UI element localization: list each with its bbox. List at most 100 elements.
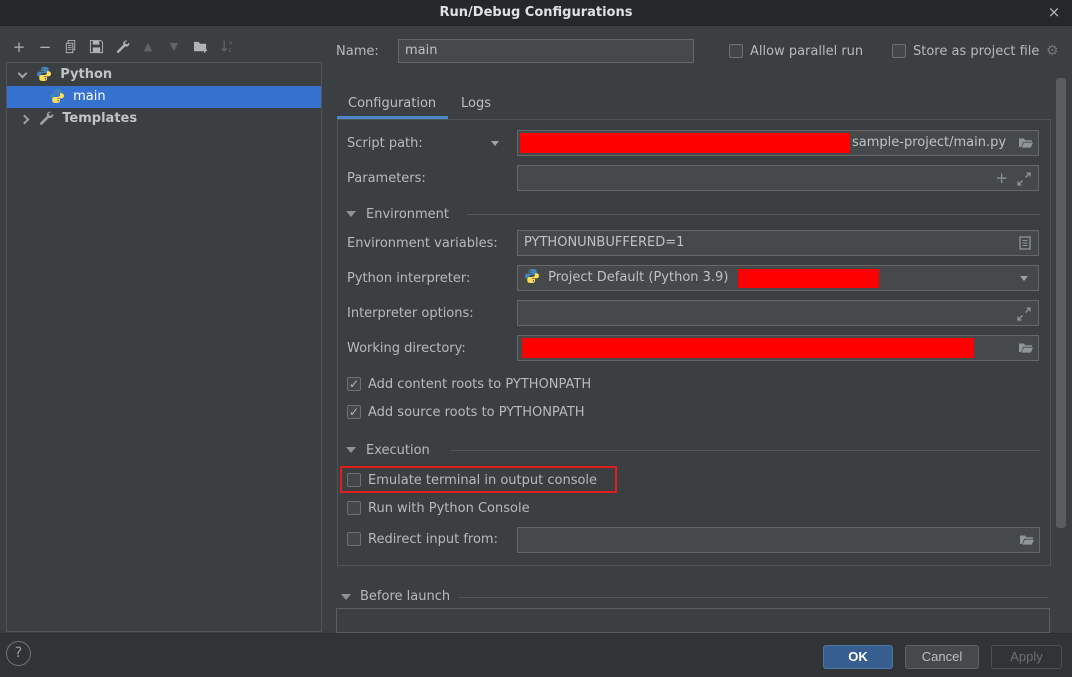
run-with-python-console-label: Run with Python Console: [368, 501, 530, 516]
tab-logs[interactable]: Logs: [461, 96, 491, 111]
before-launch-collapse-icon[interactable]: [341, 594, 351, 600]
dialog-title: Run/Debug Configurations: [0, 0, 1072, 26]
name-label: Name:: [336, 44, 379, 59]
python-icon: [49, 88, 65, 104]
script-path-value: sample-project/main.py: [852, 131, 1006, 155]
environment-variables-input[interactable]: PYTHONUNBUFFERED=1: [517, 230, 1039, 256]
environment-collapse-icon[interactable]: [346, 211, 356, 217]
execution-collapse-icon[interactable]: [346, 447, 356, 453]
minus-icon: −: [39, 38, 52, 56]
store-as-project-file-label: Store as project file: [913, 44, 1039, 59]
environment-variables-label: Environment variables:: [347, 236, 498, 251]
redirect-input-checkbox[interactable]: [347, 532, 361, 546]
working-directory-label: Working directory:: [347, 341, 466, 356]
interpreter-options-label: Interpreter options:: [347, 306, 474, 321]
wrench-icon: [115, 40, 130, 58]
move-down-button[interactable]: ▼: [165, 38, 183, 56]
tree-item-label: Python: [60, 67, 112, 82]
add-content-roots-label: Add content roots to PYTHONPATH: [368, 377, 591, 392]
name-value: main: [405, 43, 437, 58]
check-icon: ✓: [349, 377, 359, 391]
execution-section-label: Execution: [366, 443, 430, 458]
run-debug-configurations-dialog: Run/Debug Configurations × + − ▲ ▼ Pytho…: [0, 0, 1072, 677]
parameters-input[interactable]: +: [517, 165, 1039, 191]
script-path-label: Script path:: [347, 136, 423, 151]
configurations-tree: Python main Templates: [6, 62, 322, 632]
arrow-down-icon: ▼: [170, 40, 178, 53]
save-icon: [89, 40, 104, 58]
add-configuration-button[interactable]: +: [10, 38, 28, 56]
tab-configuration[interactable]: Configuration: [348, 96, 436, 111]
script-path-input[interactable]: sample-project/main.py: [517, 130, 1039, 156]
folder-open-icon[interactable]: [1018, 135, 1034, 151]
chevron-right-icon[interactable]: [20, 114, 30, 124]
folder-open-icon[interactable]: [1019, 532, 1035, 548]
interpreter-dropdown-icon[interactable]: [1020, 276, 1028, 281]
save-configuration-button[interactable]: [87, 38, 105, 56]
gear-icon[interactable]: ⚙: [1046, 43, 1059, 59]
close-icon[interactable]: ×: [1044, 0, 1064, 26]
expand-icon[interactable]: [1016, 306, 1032, 322]
move-up-button[interactable]: ▲: [139, 38, 157, 56]
tree-item-python[interactable]: Python: [7, 64, 321, 86]
emulate-terminal-label: Emulate terminal in output console: [368, 473, 597, 488]
add-source-roots-label: Add source roots to PYTHONPATH: [368, 405, 585, 420]
interpreter-options-input[interactable]: [517, 300, 1039, 326]
allow-parallel-run-checkbox[interactable]: [729, 44, 743, 58]
copy-configuration-button[interactable]: [61, 38, 79, 56]
store-as-project-file-checkbox[interactable]: [892, 44, 906, 58]
apply-button[interactable]: Apply: [991, 645, 1062, 669]
redirect-input-input[interactable]: [517, 527, 1040, 553]
script-path-dropdown-icon[interactable]: [491, 141, 499, 146]
working-directory-input[interactable]: [517, 335, 1039, 361]
run-with-python-console-checkbox[interactable]: [347, 501, 361, 515]
tree-item-label: main: [73, 89, 105, 104]
wrench-icon: [38, 110, 54, 126]
folder-open-icon[interactable]: [1018, 340, 1034, 356]
new-folder-button[interactable]: [191, 38, 209, 56]
environment-section-label: Environment: [366, 207, 449, 222]
plus-icon: +: [13, 38, 26, 56]
copy-icon: [63, 40, 78, 58]
sort-az-icon: [220, 40, 235, 58]
before-launch-task-list[interactable]: [336, 608, 1050, 633]
check-icon: ✓: [349, 405, 359, 419]
tree-item-label: Templates: [62, 111, 137, 126]
redaction-bar: [520, 133, 850, 153]
redirect-input-label: Redirect input from:: [368, 532, 498, 547]
section-rule: [458, 597, 1048, 598]
help-button[interactable]: ?: [6, 641, 31, 666]
section-rule: [467, 214, 1040, 215]
python-icon: [524, 268, 540, 284]
ok-button[interactable]: OK: [823, 645, 893, 669]
remove-configuration-button[interactable]: −: [36, 38, 54, 56]
before-launch-section-label: Before launch: [360, 589, 450, 604]
folder-add-icon: [193, 40, 208, 58]
browse-variables-icon[interactable]: [1017, 235, 1033, 251]
add-content-roots-checkbox[interactable]: ✓: [347, 377, 361, 391]
python-interpreter-select[interactable]: Project Default (Python 3.9): [517, 265, 1039, 291]
python-interpreter-label: Python interpreter:: [347, 271, 470, 286]
emulate-terminal-checkbox[interactable]: [347, 473, 361, 487]
name-input[interactable]: main: [398, 39, 694, 63]
tree-item-templates[interactable]: Templates: [7, 108, 321, 130]
arrow-up-icon: ▲: [144, 40, 152, 53]
allow-parallel-run-label: Allow parallel run: [750, 44, 863, 59]
section-rule: [450, 450, 1040, 451]
python-icon: [36, 66, 52, 82]
edit-templates-button[interactable]: [113, 38, 131, 56]
cancel-button[interactable]: Cancel: [905, 645, 979, 669]
redaction-bar: [522, 338, 974, 358]
parameters-label: Parameters:: [347, 171, 426, 186]
tree-item-main[interactable]: main: [7, 86, 321, 108]
chevron-down-icon[interactable]: [18, 68, 28, 78]
environment-variables-value: PYTHONUNBUFFERED=1: [524, 235, 684, 250]
vertical-scrollbar-thumb[interactable]: [1056, 78, 1066, 528]
title-bar: Run/Debug Configurations ×: [0, 0, 1072, 26]
expand-icon[interactable]: [1016, 171, 1032, 187]
plus-icon[interactable]: +: [995, 166, 1008, 190]
sort-configurations-button[interactable]: [218, 38, 236, 56]
redaction-bar: [738, 269, 879, 288]
python-interpreter-value: Project Default (Python 3.9): [548, 270, 728, 285]
add-source-roots-checkbox[interactable]: ✓: [347, 405, 361, 419]
